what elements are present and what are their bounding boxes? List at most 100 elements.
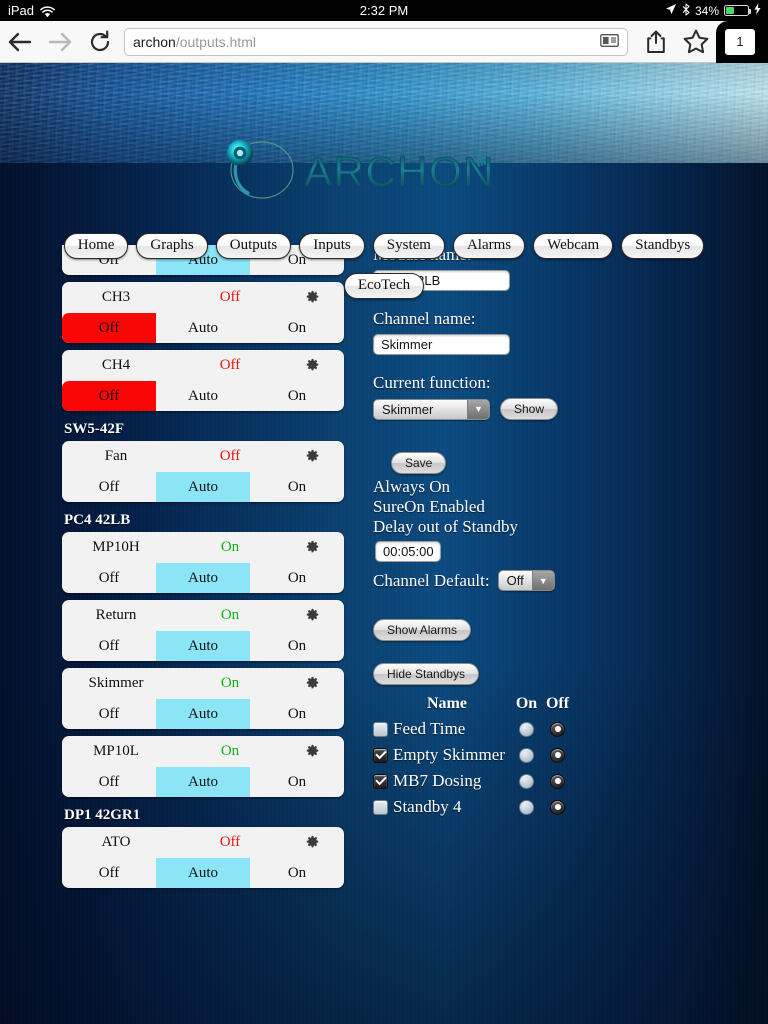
- output-mode-off-button[interactable]: Off: [62, 767, 156, 797]
- output-card: MP10L On Off Auto On: [62, 736, 344, 797]
- output-mode-off-button[interactable]: Off: [62, 631, 156, 661]
- output-mode-off-button[interactable]: Off: [62, 472, 156, 502]
- gear-icon[interactable]: [290, 744, 334, 759]
- chevron-down-icon: ▼: [531, 571, 554, 591]
- reader-view-icon[interactable]: [600, 33, 619, 50]
- nav-home[interactable]: Home: [63, 233, 129, 260]
- output-mode-on-button[interactable]: On: [250, 767, 344, 797]
- output-mode-auto-button[interactable]: Auto: [156, 472, 250, 502]
- gear-icon[interactable]: [290, 676, 334, 691]
- safari-toolbar: archon/outputs.html 1: [0, 20, 768, 63]
- delay-time-input[interactable]: 00:05:00: [375, 541, 441, 563]
- nav-standbys[interactable]: Standbys: [621, 233, 705, 260]
- nav-graphs[interactable]: Graphs: [136, 233, 208, 260]
- show-button[interactable]: Show: [500, 398, 559, 420]
- battery-percent-label: 34%: [694, 3, 719, 18]
- output-mode-off-button[interactable]: Off: [62, 699, 156, 729]
- outputs-list: Off Auto On CH3 Off Off Auto On CH4 Off Off Auto On S…: [62, 245, 344, 895]
- forward-arrow-icon[interactable]: [40, 22, 80, 62]
- standby-off-radio[interactable]: [550, 799, 565, 815]
- standby-row: Standby 4: [373, 794, 573, 820]
- output-mode-auto-button[interactable]: Auto: [156, 381, 250, 411]
- output-channel-name: MP10H: [92, 539, 140, 555]
- output-mode-on-button[interactable]: On: [250, 699, 344, 729]
- output-mode-on-button[interactable]: On: [250, 472, 344, 502]
- output-mode-off-button[interactable]: Off: [62, 858, 156, 888]
- svg-text:ARCHON: ARCHON: [304, 148, 495, 195]
- nav-inputs[interactable]: Inputs: [299, 233, 365, 260]
- output-mode-off-button[interactable]: Off: [62, 313, 156, 343]
- address-bar[interactable]: archon/outputs.html: [124, 27, 628, 56]
- standby-on-radio[interactable]: [519, 799, 534, 815]
- standbys-header-name: Name: [427, 695, 467, 713]
- save-button[interactable]: Save: [391, 452, 447, 474]
- standby-enable-checkbox[interactable]: [373, 773, 388, 789]
- delay-out-of-standby-label: Delay out of Standby: [373, 517, 518, 537]
- channel-name-input[interactable]: Skimmer: [373, 334, 510, 355]
- standby-on-radio[interactable]: [519, 773, 534, 789]
- output-mode-auto-button[interactable]: Auto: [156, 563, 250, 593]
- gear-icon[interactable]: [290, 608, 334, 623]
- star-icon[interactable]: [676, 22, 716, 62]
- status-bar-right: 34%: [665, 2, 761, 19]
- output-mode-on-button[interactable]: On: [250, 563, 344, 593]
- output-group-label: PC4 42LB: [64, 512, 131, 528]
- output-card: ATO Off Off Auto On: [62, 827, 344, 888]
- standby-off-cell: [542, 773, 573, 789]
- nav-alarms[interactable]: Alarms: [452, 233, 526, 260]
- standbys-header-on: On: [515, 695, 538, 713]
- standby-off-radio[interactable]: [550, 747, 565, 763]
- standby-enable-checkbox[interactable]: [373, 721, 388, 737]
- ios-status-bar: iPad 2:32 PM 34%: [0, 0, 768, 21]
- output-mode-segmented-control: Off Auto On: [62, 313, 344, 343]
- standbys-header-off: Off: [545, 695, 570, 713]
- gear-icon[interactable]: [290, 358, 334, 373]
- output-mode-on-button[interactable]: On: [250, 631, 344, 661]
- output-mode-auto-button[interactable]: Auto: [156, 767, 250, 797]
- output-group-label: DP1 42GR1: [64, 807, 141, 823]
- detail-panel: Module name: PC4 42LB Channel name: Skim…: [373, 245, 733, 820]
- standby-enable-checkbox[interactable]: [373, 799, 388, 815]
- output-mode-on-button[interactable]: On: [250, 858, 344, 888]
- standby-off-radio[interactable]: [550, 773, 565, 789]
- hide-standbys-button[interactable]: Hide Standbys: [373, 663, 480, 686]
- reload-icon[interactable]: [80, 22, 120, 62]
- standby-row: Empty Skimmer: [373, 742, 573, 768]
- gear-icon[interactable]: [290, 540, 334, 555]
- output-mode-off-button[interactable]: Off: [62, 563, 156, 593]
- standby-on-radio[interactable]: [519, 721, 534, 737]
- output-mode-on-button[interactable]: On: [250, 381, 344, 411]
- output-mode-auto-button[interactable]: Auto: [156, 858, 250, 888]
- nav-system[interactable]: System: [372, 233, 445, 260]
- output-mode-off-button[interactable]: Off: [62, 381, 156, 411]
- tab-switcher[interactable]: 1: [716, 20, 768, 63]
- share-icon[interactable]: [636, 22, 676, 62]
- standby-label: Feed Time: [393, 719, 466, 739]
- tab-count-badge[interactable]: 1: [725, 28, 755, 55]
- channel-default-value: Off: [506, 573, 524, 589]
- url-path: /outputs.html: [175, 33, 256, 50]
- nav-ecotech[interactable]: EcoTech: [343, 273, 425, 300]
- nav-outputs[interactable]: Outputs: [215, 233, 292, 260]
- output-mode-auto-button[interactable]: Auto: [156, 699, 250, 729]
- output-mode-auto-button[interactable]: Auto: [156, 631, 250, 661]
- output-channel-name: ATO: [101, 834, 131, 850]
- standby-off-radio[interactable]: [550, 721, 565, 737]
- archon-logo: ARCHON: [218, 139, 498, 201]
- standby-enable-checkbox[interactable]: [373, 747, 388, 763]
- output-mode-segmented-control: Off Auto On: [62, 631, 344, 661]
- page-body: ARCHON Home Graphs Outputs Inputs System Alar…: [0, 63, 768, 1024]
- standby-on-radio[interactable]: [519, 747, 534, 763]
- gear-icon[interactable]: [290, 835, 334, 850]
- channel-default-select[interactable]: Off ▼: [497, 570, 555, 592]
- output-mode-on-button[interactable]: On: [250, 313, 344, 343]
- output-mode-auto-button[interactable]: Auto: [156, 313, 250, 343]
- show-alarms-button[interactable]: Show Alarms: [373, 619, 472, 642]
- back-arrow-icon[interactable]: [0, 22, 40, 62]
- output-card: Skimmer On Off Auto On: [62, 668, 344, 729]
- output-mode-segmented-control: Off Auto On: [62, 563, 344, 593]
- nav-webcam[interactable]: Webcam: [533, 233, 614, 260]
- standbys-header-row: Name On Off: [373, 695, 573, 713]
- gear-icon[interactable]: [290, 449, 334, 464]
- current-function-select[interactable]: Skimmer ▼: [373, 398, 490, 420]
